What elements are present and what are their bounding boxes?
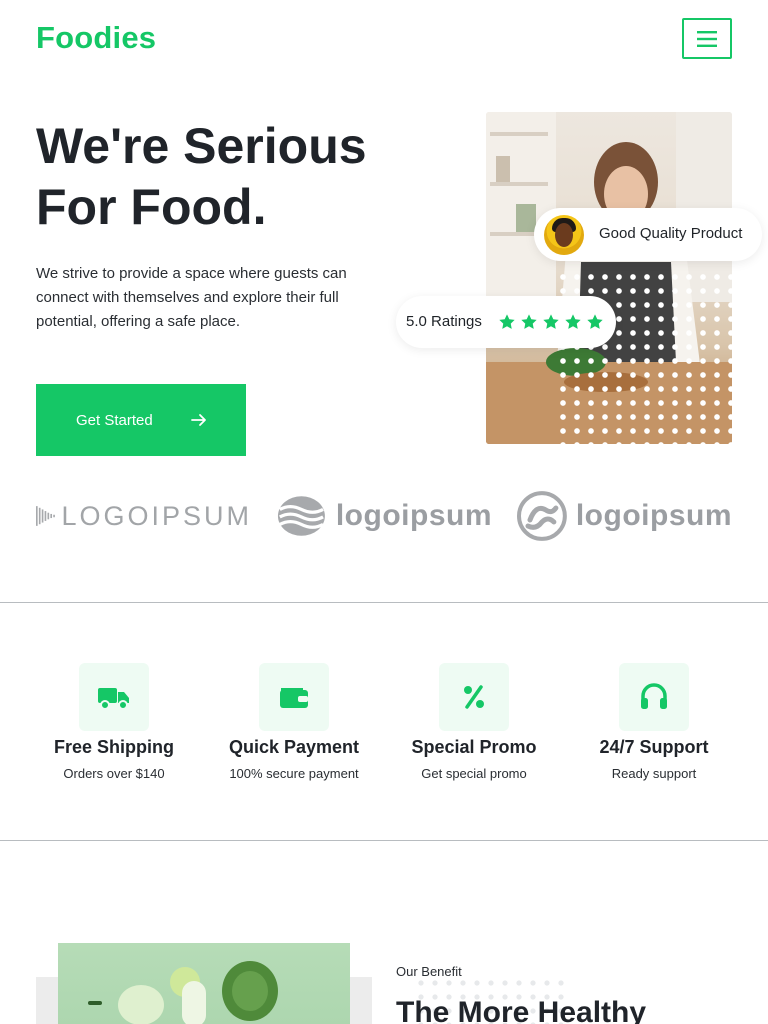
feature-title: 24/7 Support [599, 737, 709, 757]
rating-label: 5.0 Ratings [406, 313, 482, 330]
logoipsum-wave-logo: LOGOIPSUM [36, 488, 252, 544]
feature-free-shipping: Free Shipping Orders over $140 [24, 663, 204, 781]
star-icon [565, 314, 581, 329]
feature-title: Special Promo [411, 737, 537, 757]
benefit-eyebrow: Our Benefit [396, 964, 462, 979]
feature-special-promo: Special Promo Get special promo [384, 663, 564, 781]
get-started-button[interactable]: Get Started [36, 384, 246, 456]
star-icon [587, 314, 603, 329]
rating-badge: 5.0 Ratings [396, 296, 616, 348]
star-icon [521, 314, 537, 329]
feature-icon-box [439, 663, 509, 731]
logo-text-1: LOGOIPSUM [61, 500, 252, 531]
feature-quick-payment: Quick Payment 100% secure payment [204, 663, 384, 781]
hero-title-line-2: For Food. [36, 179, 267, 235]
section-divider-bottom [0, 840, 768, 841]
star-icon [543, 314, 559, 329]
benefit-vegetables-image [58, 943, 350, 1024]
section-divider-top [0, 602, 768, 603]
arrow-right-icon [191, 414, 206, 426]
rating-stars [498, 313, 604, 331]
feature-title: Free Shipping [53, 737, 174, 757]
hamburger-menu-icon [697, 30, 717, 47]
partner-logos: LOGOIPSUM logoipsum logoipsum [36, 488, 732, 544]
logoipsum-swirl-logo: logoipsum [516, 488, 732, 544]
sound-wave-icon [36, 506, 55, 526]
hero-description: We strive to provide a space where guest… [36, 265, 347, 330]
star-icon [499, 314, 515, 329]
benefit-title: The More Healthy [396, 996, 647, 1024]
logo-text-3: logoipsum [575, 499, 732, 532]
headphones-icon [641, 683, 667, 709]
feature-icon-box [79, 663, 149, 731]
feature-title: Quick Payment [228, 737, 360, 757]
brand-logo[interactable]: Foodies [36, 20, 156, 56]
logoipsum-stack-logo: logoipsum [277, 488, 492, 544]
feature-subtitle: Ready support [611, 766, 697, 781]
feature-subtitle: 100% secure payment [229, 766, 359, 781]
logo-text-2: logoipsum [335, 499, 492, 532]
hero-title-line-1: We're Serious [36, 118, 367, 174]
feature-subtitle: Orders over $140 [63, 766, 165, 781]
feature-icon-box [259, 663, 329, 731]
quality-badge: Good Quality Product [534, 208, 762, 261]
get-started-label: Get Started [76, 411, 153, 429]
feature-icon-box [619, 663, 689, 731]
feature-support: 24/7 Support Ready support [564, 663, 744, 781]
percent-icon [464, 685, 484, 709]
hero-title: We're Serious For Food. [36, 116, 456, 238]
swirl-icon [516, 491, 567, 541]
quality-badge-label: Good Quality Product [599, 225, 743, 242]
menu-button[interactable] [682, 18, 732, 59]
truck-icon [98, 688, 129, 710]
feature-subtitle: Get special promo [421, 766, 527, 781]
wallet-icon [280, 688, 308, 708]
stack-waves-icon [277, 496, 325, 536]
avatar [544, 215, 584, 255]
